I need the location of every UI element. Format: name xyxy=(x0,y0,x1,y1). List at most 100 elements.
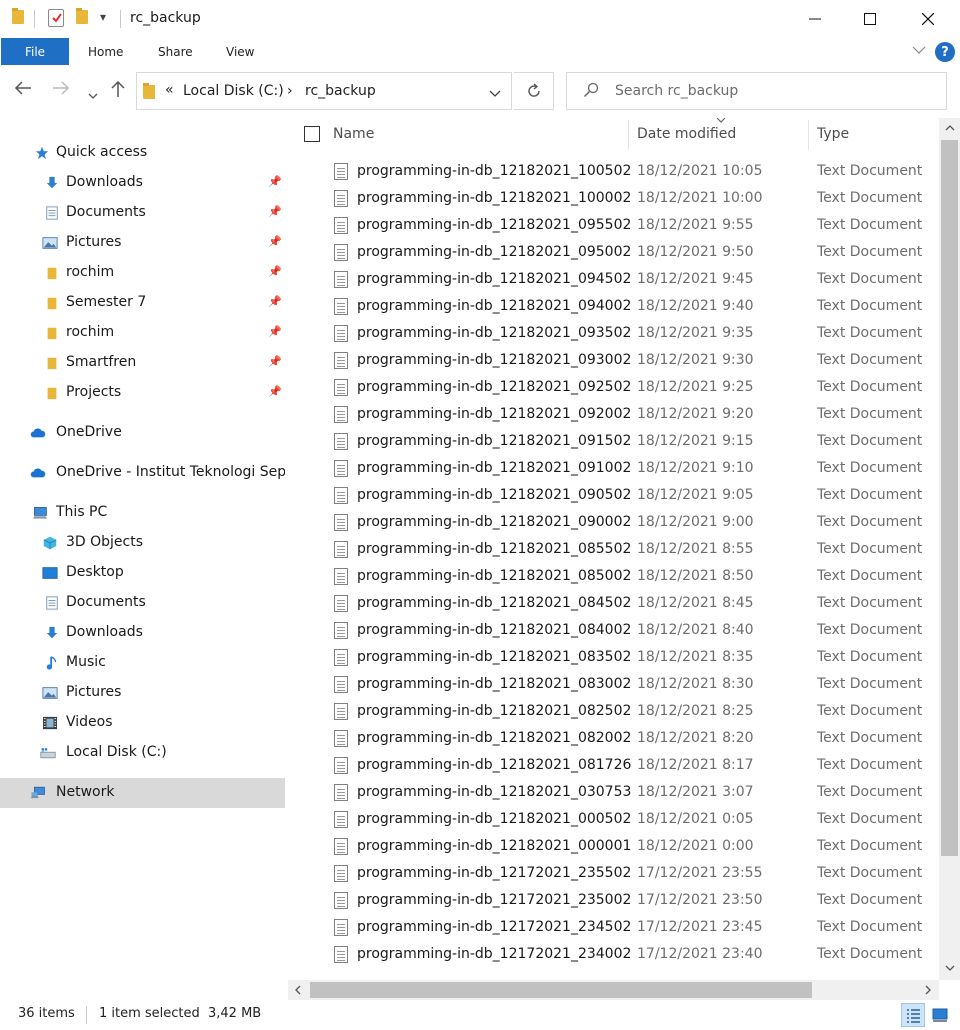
file-name: programming-in-db_12172021_234002 xyxy=(357,946,632,962)
expand-ribbon-icon[interactable] xyxy=(912,44,926,58)
recent-locations-button[interactable] xyxy=(88,84,98,105)
sidebar-item-network[interactable]: Network xyxy=(0,778,285,808)
folder-icon xyxy=(47,267,57,280)
sidebar-item-semester-7[interactable]: Semester 7 📌 xyxy=(0,288,285,318)
sidebar-item-documents[interactable]: Documents xyxy=(0,588,285,618)
minimize-button[interactable] xyxy=(786,0,844,38)
search-input[interactable] xyxy=(615,81,935,101)
column-divider[interactable] xyxy=(628,120,629,150)
file-row[interactable]: programming-in-db_12182021_083002 18/12/2… xyxy=(318,672,938,699)
file-row[interactable]: programming-in-db_12182021_084502 18/12/2… xyxy=(318,591,938,618)
tab-view[interactable]: View xyxy=(226,45,254,59)
sidebar-item-music[interactable]: Music xyxy=(0,648,285,678)
sidebar-item-local-disk[interactable]: Local Disk (C:) xyxy=(0,738,285,768)
file-row[interactable]: programming-in-db_12182021_091502 18/12/2… xyxy=(318,429,938,456)
file-row[interactable]: programming-in-db_12182021_083502 18/12/2… xyxy=(318,645,938,672)
file-list[interactable]: Name Date modified Type programming-in-d… xyxy=(288,118,960,1000)
sidebar-item-onedrive-org[interactable]: OneDrive - Institut Teknologi Sepuluh No… xyxy=(0,458,285,488)
file-row[interactable]: programming-in-db_12182021_094502 18/12/2… xyxy=(318,267,938,294)
scroll-down-button[interactable] xyxy=(939,958,960,978)
scroll-left-button[interactable] xyxy=(288,980,308,1000)
address-bar[interactable]: « Local Disk (C:) › rc_backup xyxy=(136,72,512,110)
address-overflow[interactable]: « xyxy=(165,82,174,98)
refresh-button[interactable] xyxy=(514,72,554,110)
tab-share[interactable]: Share xyxy=(158,45,193,59)
maximize-button[interactable] xyxy=(841,0,899,38)
scroll-right-button[interactable] xyxy=(918,980,938,1000)
file-row[interactable]: programming-in-db_12182021_000001 18/12/2… xyxy=(318,834,938,861)
sidebar-item-label: Smartfren xyxy=(66,354,137,370)
sidebar-item-this-pc[interactable]: This PC xyxy=(0,498,285,528)
file-row[interactable]: programming-in-db_12182021_081726 18/12/2… xyxy=(318,753,938,780)
address-dropdown[interactable] xyxy=(489,87,501,101)
file-row[interactable]: programming-in-db_12182021_090002 18/12/2… xyxy=(318,510,938,537)
file-row[interactable]: programming-in-db_12172021_235002 17/12/2… xyxy=(318,888,938,915)
horizontal-scroll-thumb[interactable] xyxy=(310,982,812,998)
file-row[interactable]: programming-in-db_12182021_084002 18/12/2… xyxy=(318,618,938,645)
text-file-icon xyxy=(334,244,348,261)
breadcrumb-local-disk[interactable]: Local Disk (C:) xyxy=(183,83,284,99)
file-row[interactable]: programming-in-db_12182021_093002 18/12/2… xyxy=(318,348,938,375)
vertical-scroll-thumb[interactable] xyxy=(941,140,958,856)
tab-file[interactable]: File xyxy=(1,38,69,65)
file-row[interactable]: programming-in-db_12182021_095502 18/12/2… xyxy=(318,213,938,240)
back-button[interactable] xyxy=(14,80,32,101)
scroll-up-button[interactable] xyxy=(939,118,960,138)
folder-icon xyxy=(47,297,57,310)
file-row[interactable]: programming-in-db_12182021_090502 18/12/2… xyxy=(318,483,938,510)
up-button[interactable] xyxy=(110,80,126,103)
column-date-modified[interactable]: Date modified xyxy=(637,126,736,142)
file-row[interactable]: programming-in-db_12182021_091002 18/12/2… xyxy=(318,456,938,483)
sidebar-item-quick-access[interactable]: Quick access xyxy=(0,138,285,168)
file-row[interactable]: programming-in-db_12182021_094002 18/12/2… xyxy=(318,294,938,321)
sidebar-item-onedrive[interactable]: OneDrive xyxy=(0,418,285,448)
file-row[interactable]: programming-in-db_12182021_100502 18/12/2… xyxy=(318,159,938,186)
file-row[interactable]: programming-in-db_12172021_235502 17/12/2… xyxy=(318,861,938,888)
properties-icon[interactable] xyxy=(48,9,64,27)
navigation-pane[interactable]: Quick access Downloads 📌 Documents 📌 Pic… xyxy=(0,130,287,1000)
select-all-checkbox[interactable] xyxy=(304,126,320,142)
new-folder-icon[interactable] xyxy=(76,8,88,24)
sidebar-item-documents-pinned[interactable]: Documents 📌 xyxy=(0,198,285,228)
breadcrumb-rc-backup[interactable]: rc_backup xyxy=(305,83,376,99)
file-row[interactable]: programming-in-db_12182021_093502 18/12/2… xyxy=(318,321,938,348)
file-row[interactable]: programming-in-db_12182021_082002 18/12/2… xyxy=(318,726,938,753)
tab-home[interactable]: Home xyxy=(88,45,123,59)
column-name[interactable]: Name xyxy=(333,126,374,142)
vertical-scrollbar[interactable] xyxy=(939,118,960,980)
details-view-button[interactable] xyxy=(901,1003,925,1027)
search-box[interactable] xyxy=(566,72,947,110)
text-file-icon xyxy=(334,406,348,423)
sidebar-item-pictures[interactable]: Pictures xyxy=(0,678,285,708)
file-row[interactable]: programming-in-db_12182021_030753 18/12/2… xyxy=(318,780,938,807)
customize-qa-dropdown-icon[interactable]: ▾ xyxy=(100,10,106,24)
file-row[interactable]: programming-in-db_12182021_095002 18/12/2… xyxy=(318,240,938,267)
sidebar-item-3d-objects[interactable]: 3D Objects xyxy=(0,528,285,558)
file-row[interactable]: programming-in-db_12182021_085002 18/12/2… xyxy=(318,564,938,591)
help-button[interactable]: ? xyxy=(935,42,955,62)
file-row[interactable]: programming-in-db_12182021_100002 18/12/2… xyxy=(318,186,938,213)
sidebar-item-downloads-pinned[interactable]: Downloads 📌 xyxy=(0,168,285,198)
sidebar-item-desktop[interactable]: Desktop xyxy=(0,558,285,588)
file-row[interactable]: programming-in-db_12182021_085502 18/12/2… xyxy=(318,537,938,564)
horizontal-scrollbar[interactable] xyxy=(288,980,939,1000)
file-row[interactable]: programming-in-db_12182021_082502 18/12/2… xyxy=(318,699,938,726)
column-type[interactable]: Type xyxy=(817,126,849,142)
close-button[interactable] xyxy=(899,0,957,38)
sidebar-item-smartfren[interactable]: Smartfren 📌 xyxy=(0,348,285,378)
file-row[interactable]: programming-in-db_12182021_092502 18/12/2… xyxy=(318,375,938,402)
sidebar-item-rochim-2[interactable]: rochim 📌 xyxy=(0,318,285,348)
sidebar-item-pictures-pinned[interactable]: Pictures 📌 xyxy=(0,228,285,258)
sidebar-item-downloads[interactable]: Downloads xyxy=(0,618,285,648)
large-icons-view-button[interactable] xyxy=(929,1003,953,1027)
sidebar-item-projects[interactable]: Projects 📌 xyxy=(0,378,285,408)
forward-button[interactable] xyxy=(52,80,70,101)
file-row[interactable]: programming-in-db_12182021_092002 18/12/2… xyxy=(318,402,938,429)
file-row[interactable]: programming-in-db_12172021_234002 17/12/2… xyxy=(318,942,938,969)
sidebar-item-videos[interactable]: Videos xyxy=(0,708,285,738)
breadcrumb-separator[interactable]: › xyxy=(287,83,293,99)
sidebar-item-rochim[interactable]: rochim 📌 xyxy=(0,258,285,288)
column-divider[interactable] xyxy=(808,120,809,150)
file-row[interactable]: programming-in-db_12182021_000502 18/12/2… xyxy=(318,807,938,834)
file-row[interactable]: programming-in-db_12172021_234502 17/12/2… xyxy=(318,915,938,942)
